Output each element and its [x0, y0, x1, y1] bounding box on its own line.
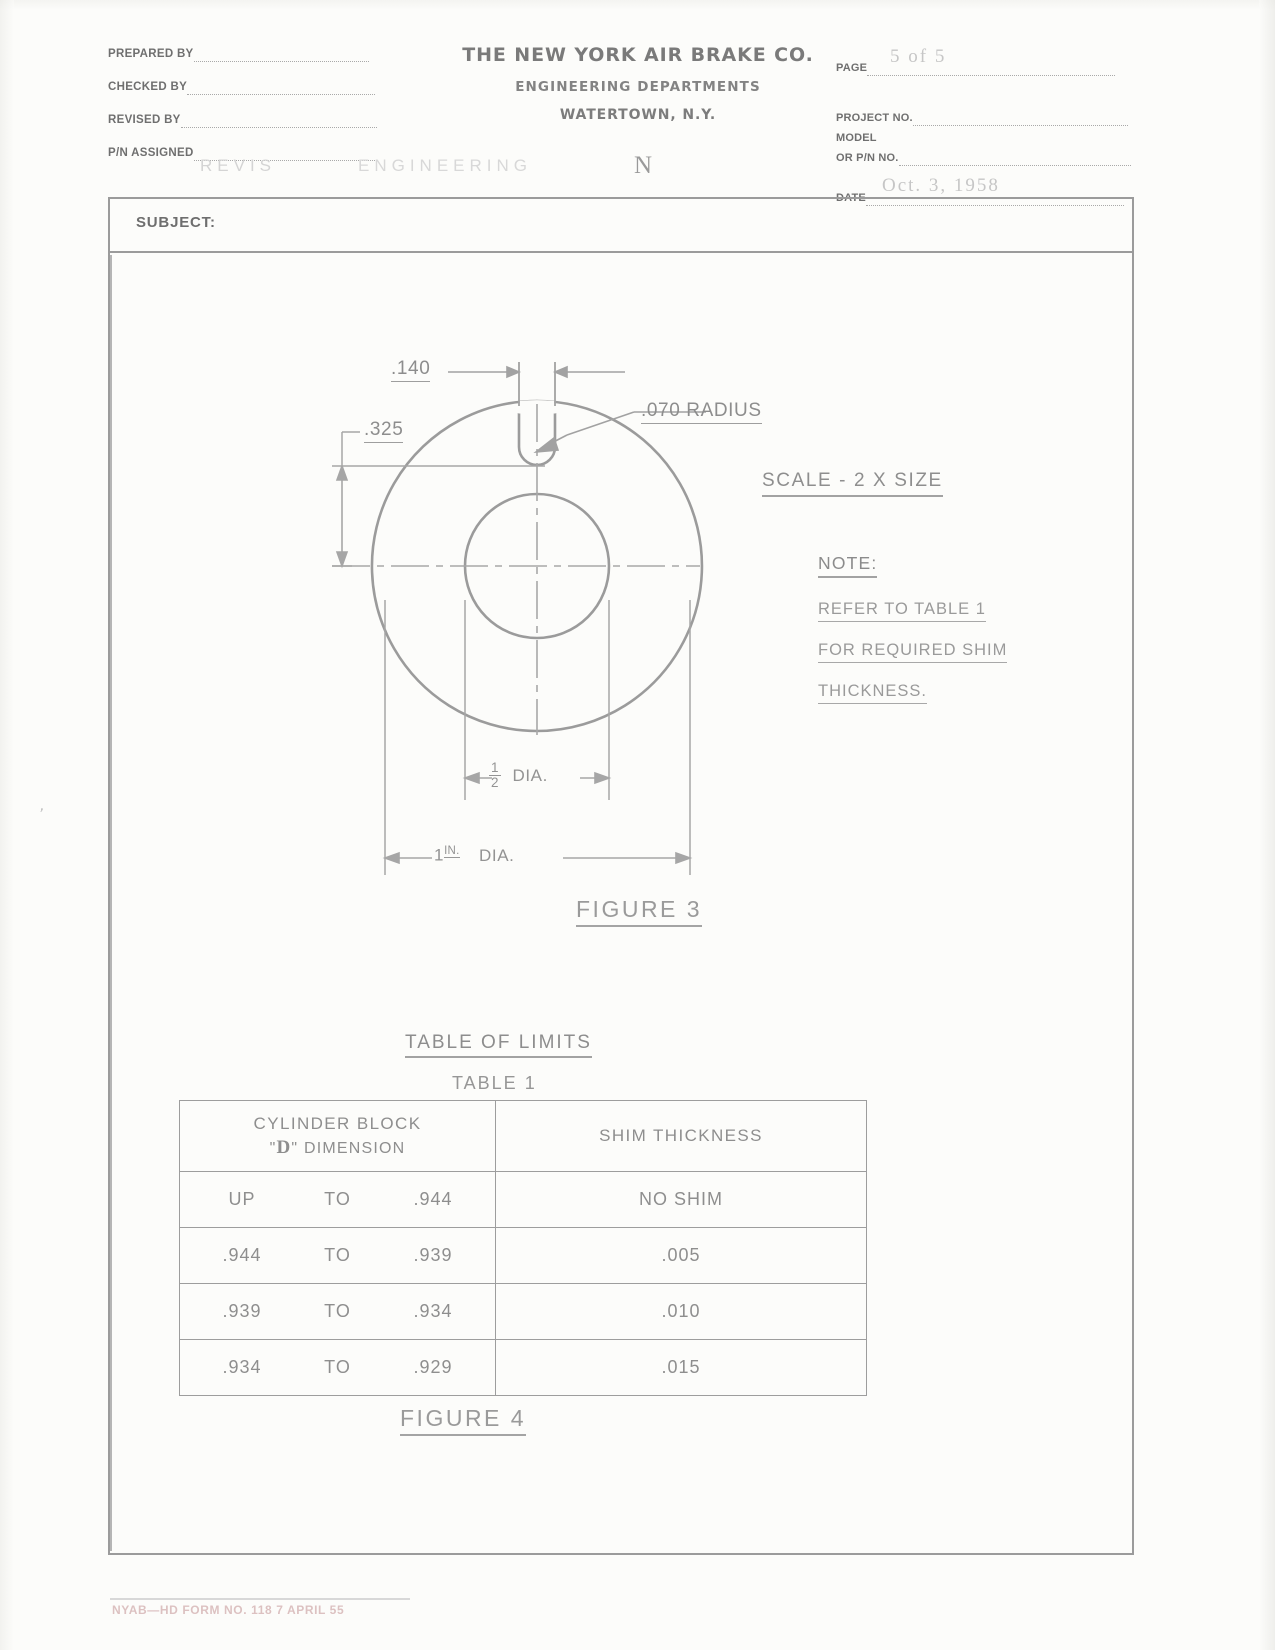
table-row: UP TO .944 NO SHIM: [178, 1171, 867, 1228]
range-to-word: TO: [324, 1189, 351, 1209]
range-upper: .934: [413, 1301, 453, 1321]
table-of-limits-title: TABLE OF LIMITS: [405, 1032, 592, 1058]
field-label: REVISED BY: [108, 114, 181, 126]
company-department: ENGINEERING DEPARTMENTS: [515, 79, 761, 95]
field-prepared-by: PREPARED BY: [108, 44, 438, 77]
scale-note: SCALE - 2 X SIZE: [762, 470, 943, 497]
field-checked-by: CHECKED BY: [108, 77, 438, 110]
dim-outer-diameter: 1IN. DIA.: [434, 845, 514, 866]
document-header: PREPARED BY CHECKED BY REVISED BY P/N AS…: [108, 44, 1143, 206]
range-to-word: TO: [324, 1301, 351, 1321]
ghost-overprint-left: REVIS: [200, 156, 277, 175]
cell-d-range: .939 TO .934: [178, 1283, 497, 1340]
field-label: PAGE: [836, 62, 868, 74]
dim-slot-width: .140: [391, 358, 431, 382]
header-cell-shim-thickness: SHIM THICKNESS: [495, 1100, 867, 1172]
field-value: Oct. 3, 1958: [882, 175, 1000, 196]
fraction-denominator: 2: [491, 774, 500, 790]
range-to-word: TO: [324, 1245, 351, 1265]
range-upper: .939: [413, 1245, 453, 1265]
field-label: P/N ASSIGNED: [108, 147, 194, 159]
table-row: .944 TO .939 .005: [178, 1227, 867, 1284]
cell-d-range: .944 TO .939: [178, 1227, 497, 1284]
figure4-caption: FIGURE 4: [400, 1405, 527, 1436]
note-heading: NOTE:: [818, 553, 878, 578]
d-letter: D: [276, 1136, 292, 1158]
field-project-no: PROJECT NO.: [836, 108, 1146, 126]
field-label: OR P/N NO.: [836, 152, 899, 164]
margin-tick-mark: ’: [35, 805, 45, 824]
field-label: PREPARED BY: [108, 48, 194, 60]
cell-shim-thickness: .015: [495, 1339, 867, 1396]
field-value: 5 of 5: [890, 46, 947, 67]
scan-edge-top: [0, 0, 1275, 10]
quote-close: ": [291, 1139, 299, 1157]
ghost-overprint-right: ENGINEERING: [358, 156, 533, 175]
cell-shim-thickness: .010: [495, 1283, 867, 1340]
cell-d-range: UP TO .944: [178, 1171, 497, 1228]
note-line-3: THICKNESS.: [818, 682, 928, 704]
header-company-block: THE NEW YORK AIR BRAKE CO. ENGINEERING D…: [438, 44, 838, 179]
range-upper: .944: [413, 1189, 453, 1209]
header-line-2: "D" DIMENSION: [180, 1137, 495, 1159]
header-cell-cylinder-block: CYLINDER BLOCK "D" DIMENSION: [178, 1100, 497, 1172]
table-row: .939 TO .934 .010: [178, 1283, 867, 1340]
range-upper: .929: [413, 1357, 453, 1377]
table-row: .934 TO .929 .015: [178, 1339, 867, 1396]
dim-bore-diameter: 1 2 DIA.: [489, 760, 548, 791]
table-number-label: TABLE 1: [452, 1073, 537, 1093]
company-name: THE NEW YORK AIR BRAKE CO.: [462, 44, 814, 66]
range-from: .939: [222, 1301, 262, 1321]
cell-shim-thickness: .005: [495, 1227, 867, 1284]
subject-label: SUBJECT:: [136, 214, 216, 231]
dim-outer-unit: IN.: [444, 845, 460, 858]
handwritten-initial: N: [634, 152, 653, 179]
fraction-one-half: 1 2: [489, 760, 502, 790]
header-dimension-word: DIMENSION: [303, 1139, 406, 1157]
range-from: .934: [222, 1357, 262, 1377]
note-line-2: FOR REQUIRED SHIM: [818, 641, 1008, 663]
range-to-word: TO: [324, 1357, 351, 1377]
header-line-1: SHIM THICKNESS: [599, 1126, 763, 1145]
field-label: CHECKED BY: [108, 81, 188, 93]
field-or-pn-no: OR P/N NO.: [836, 148, 1146, 166]
field-page: PAGE 5 of 5: [836, 46, 1146, 76]
dim-outer-value: 1: [434, 845, 445, 865]
limits-table: CYLINDER BLOCK "D" DIMENSION SHIM THICKN…: [178, 1100, 867, 1396]
dim-radius: .070 RADIUS: [641, 400, 762, 424]
cell-d-range: .934 TO .929: [178, 1339, 497, 1396]
form-number: NYAB—HD FORM NO. 118 7 APRIL 55: [112, 1603, 345, 1617]
footer-rule: [110, 1598, 410, 1600]
header-line-1: CYLINDER BLOCK: [253, 1113, 422, 1133]
table-header-row: CYLINDER BLOCK "D" DIMENSION SHIM THICKN…: [178, 1100, 867, 1172]
scan-edge-left: [0, 0, 14, 1650]
document-page: PREPARED BY CHECKED BY REVISED BY P/N AS…: [0, 0, 1275, 1650]
cell-shim-thickness: NO SHIM: [495, 1171, 867, 1228]
note-line-1: REFER TO TABLE 1: [818, 600, 986, 622]
field-label: PROJECT NO.: [836, 112, 913, 124]
subject-box: SUBJECT:: [108, 197, 1134, 253]
field-revised-by: REVISED BY: [108, 110, 438, 143]
range-from: .944: [222, 1245, 262, 1265]
header-right-fields: PAGE 5 of 5 PROJECT NO. MODEL OR P/N NO.…: [836, 44, 1146, 206]
drawing-frame-inner-rule: [110, 255, 112, 1551]
figure3-caption: FIGURE 3: [576, 896, 703, 927]
dim-slot-depth: .325: [364, 419, 404, 443]
scan-edge-right: [1259, 0, 1275, 1650]
range-from: UP: [228, 1189, 256, 1209]
dim-outer-label: DIA.: [479, 845, 515, 865]
fraction-numerator: 1: [489, 760, 502, 776]
dim-bore-label: DIA.: [512, 765, 548, 785]
company-city: WATERTOWN, N.Y.: [559, 107, 717, 123]
field-model: MODEL: [836, 128, 1146, 146]
field-label: MODEL: [836, 132, 877, 144]
